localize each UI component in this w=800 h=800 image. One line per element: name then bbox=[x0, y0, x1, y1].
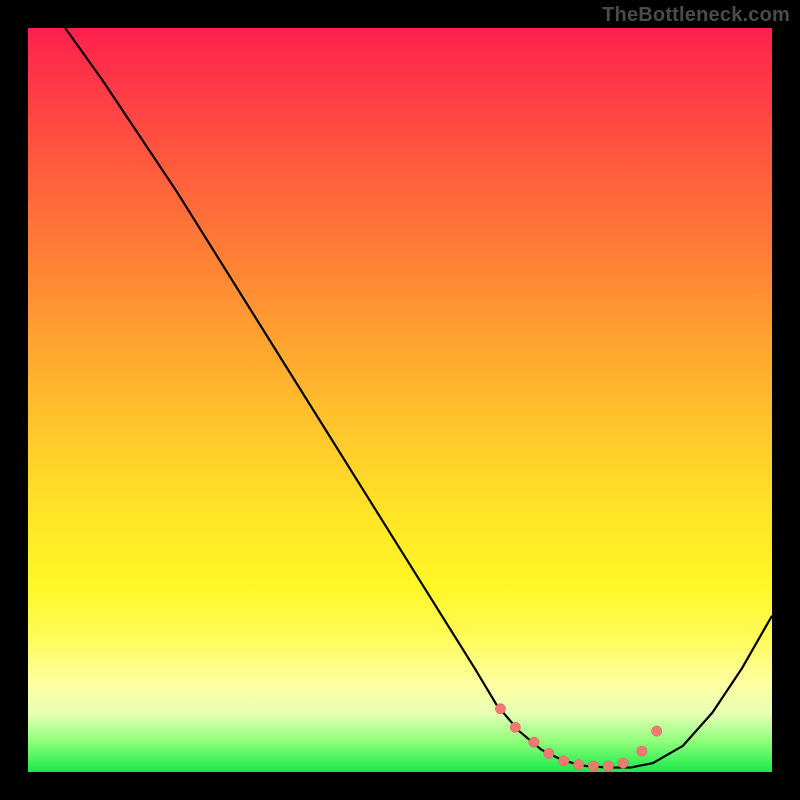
valley-marker bbox=[544, 748, 554, 758]
valley-marker bbox=[529, 737, 539, 747]
valley-marker bbox=[558, 756, 568, 766]
valley-marker bbox=[588, 761, 598, 771]
chart-frame: TheBottleneck.com bbox=[0, 0, 800, 800]
valley-marker bbox=[637, 746, 647, 756]
bottleneck-curve bbox=[65, 28, 772, 768]
valley-marker bbox=[651, 726, 661, 736]
plot-area bbox=[28, 28, 772, 772]
valley-marker bbox=[510, 722, 520, 732]
markers-layer bbox=[495, 704, 662, 772]
valley-marker bbox=[618, 758, 628, 768]
valley-marker bbox=[603, 761, 613, 771]
valley-marker bbox=[573, 759, 583, 769]
curve-layer bbox=[65, 28, 772, 768]
valley-marker bbox=[495, 704, 505, 714]
watermark-text: TheBottleneck.com bbox=[602, 4, 790, 27]
chart-svg bbox=[28, 28, 772, 772]
